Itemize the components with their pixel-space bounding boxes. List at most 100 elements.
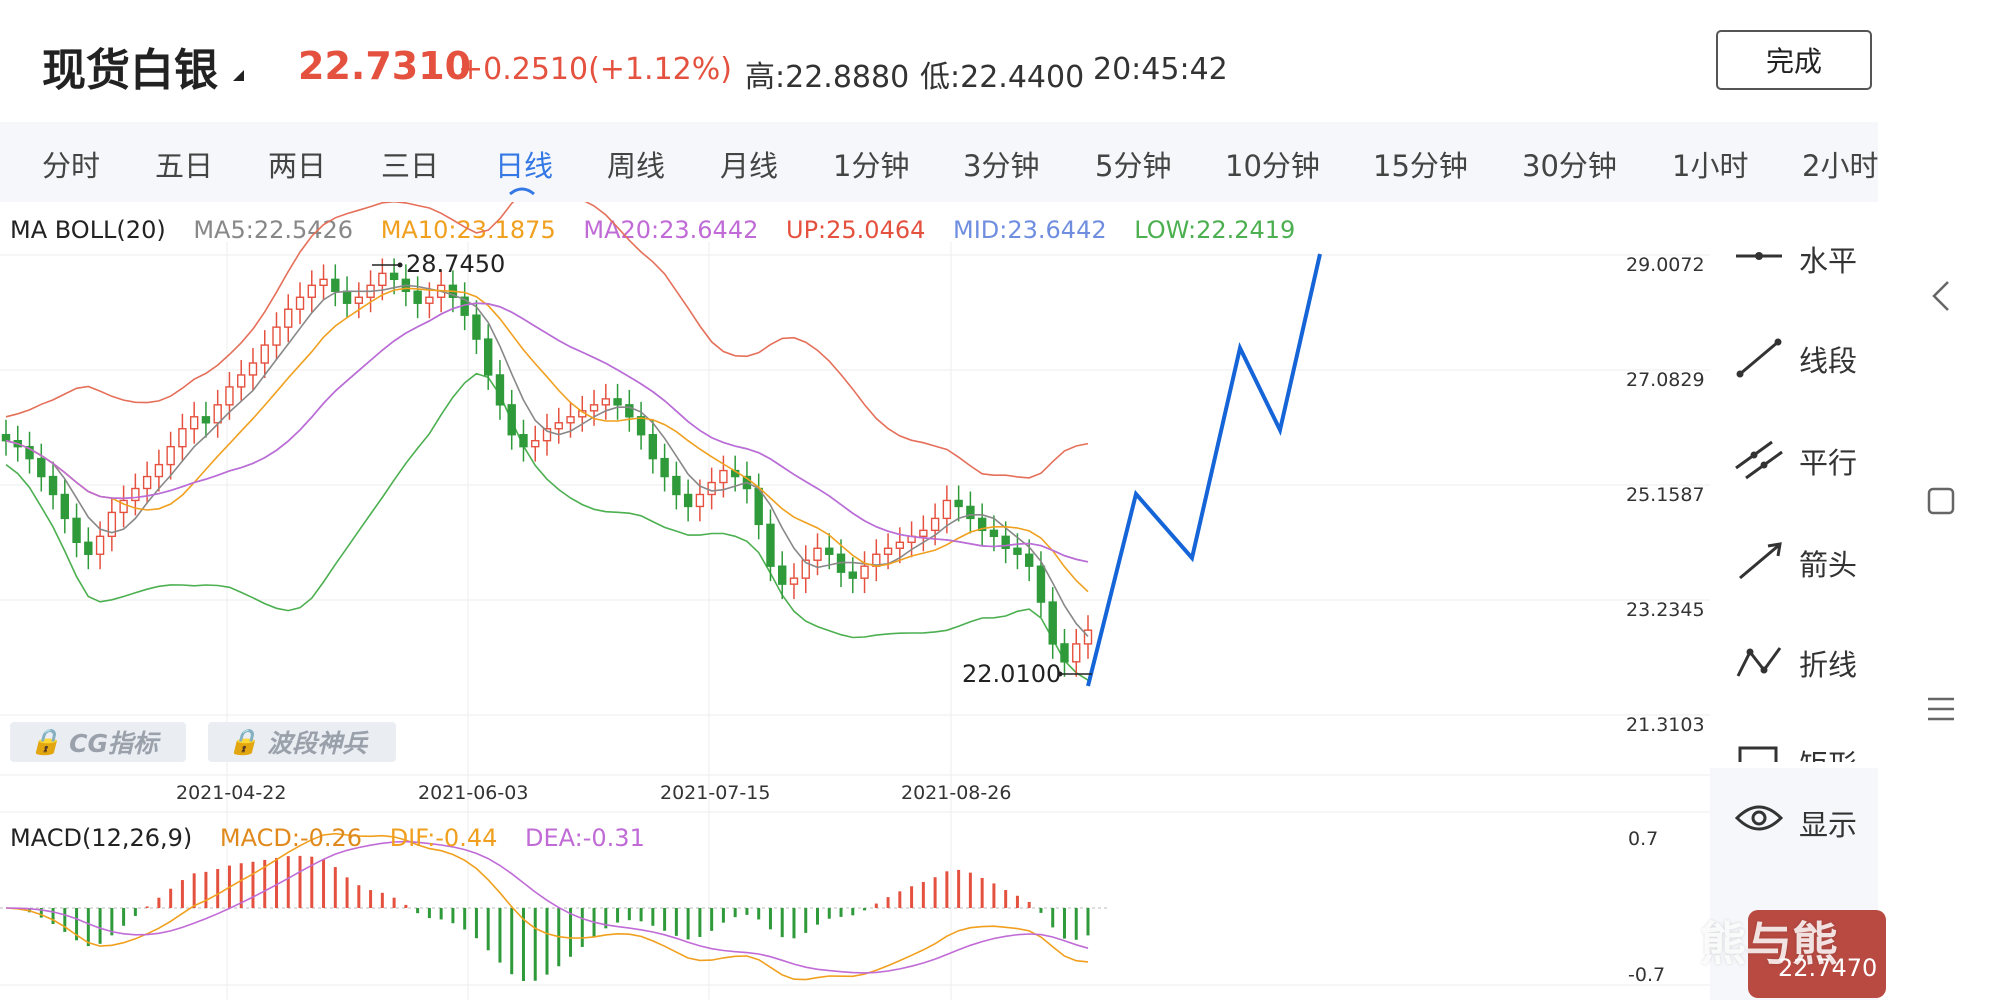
candle-body <box>1048 601 1057 645</box>
tab-five-day[interactable]: 五日 <box>155 143 213 185</box>
tool-parallel[interactable]: 平行 <box>1710 424 1878 494</box>
tool-rectangle[interactable]: 矩形 <box>1710 726 1878 762</box>
boduan-indicator-label: 波段神兵 <box>267 729 368 758</box>
min-price-label: 22.0100 <box>962 660 1062 688</box>
tab-10min[interactable]: 10分钟 <box>1225 143 1320 185</box>
candle-body <box>507 404 516 436</box>
tab-weekly[interactable]: 周线 <box>607 143 665 185</box>
macd-value: MACD:-0.26 <box>219 824 363 852</box>
macd-axis-label: -0.7 <box>1628 964 1666 986</box>
candle-body <box>472 314 481 340</box>
high-price: 高:22.8880 <box>745 60 910 95</box>
boduan-indicator-button[interactable]: 🔒 波段神兵 <box>208 722 396 762</box>
instrument-title[interactable]: 现货白银 <box>42 34 218 98</box>
rectangle-icon <box>1738 746 1778 762</box>
tool-polyline[interactable]: 折线 <box>1710 626 1878 696</box>
tab-two-day[interactable]: 两日 <box>268 143 326 185</box>
price-axis-label: 21.3103 <box>1626 714 1705 736</box>
candle-body <box>919 529 928 538</box>
candle-body <box>636 416 646 436</box>
cg-indicator-button[interactable]: 🔒 CG指标 <box>10 722 186 762</box>
candle-body <box>72 517 81 543</box>
candle-body <box>1072 643 1081 663</box>
candle-body <box>766 523 775 567</box>
menu-icon[interactable] <box>1926 694 1956 724</box>
tab-2hour[interactable]: 2小时 <box>1802 143 1878 185</box>
kline-chart[interactable]: MA BOLL(20) MA5:22.5426 MA10:23.1875 MA2… <box>0 202 1710 1000</box>
price-axis-label: 27.0829 <box>1626 369 1705 391</box>
display-toggle[interactable]: 显示 <box>1710 768 1878 870</box>
lock-icon: 🔒 <box>228 727 260 756</box>
tool-horizontal-label: 水平 <box>1799 244 1858 278</box>
candle-body <box>307 284 316 298</box>
last-price: 22.7310 <box>298 44 472 88</box>
system-navbar <box>1890 0 2000 1000</box>
tool-arrow-label: 箭头 <box>1799 548 1858 582</box>
home-icon[interactable] <box>1926 486 1956 516</box>
max-price-label: 28.7450 <box>406 250 506 278</box>
eye-icon <box>1734 805 1784 831</box>
candle-body <box>37 457 46 478</box>
candle-body <box>154 463 164 478</box>
candle-body <box>695 493 705 508</box>
candle-body <box>589 404 599 412</box>
candle-body <box>883 547 893 555</box>
tool-arrow[interactable]: 箭头 <box>1710 526 1878 596</box>
dif-value: DIF:-0.44 <box>389 824 498 852</box>
candle-body <box>660 457 669 478</box>
tool-horizontal[interactable]: 水平 <box>1710 222 1878 292</box>
tab-three-day[interactable]: 三日 <box>381 143 439 185</box>
segment-icon <box>1736 338 1782 378</box>
candle-body <box>284 308 293 328</box>
candle-body <box>342 290 352 304</box>
tab-fenshi[interactable]: 分时 <box>42 143 100 185</box>
price-plot[interactable] <box>0 202 1710 1000</box>
tool-segment[interactable]: 线段 <box>1710 322 1878 392</box>
candle-body <box>166 445 175 466</box>
price-change: +0.2510(+1.12%) <box>458 52 732 87</box>
candle-body <box>707 481 716 496</box>
low-price: 低:22.4400 <box>920 60 1085 95</box>
candle-body <box>895 541 905 549</box>
price-axis-label: 29.0072 <box>1626 254 1705 276</box>
tab-30min[interactable]: 30分钟 <box>1522 143 1617 185</box>
candle-body <box>860 565 869 579</box>
candle-body <box>848 571 857 579</box>
candle-body <box>1024 553 1034 567</box>
tab-1min[interactable]: 1分钟 <box>833 143 909 185</box>
arrow-icon <box>1739 542 1782 580</box>
candle-body <box>142 475 152 490</box>
candle-body <box>213 404 222 424</box>
parallel-lines-icon <box>1735 440 1783 480</box>
polyline-icon <box>1736 647 1782 677</box>
tab-daily[interactable]: 日线 <box>495 143 553 185</box>
tab-3min[interactable]: 3分钟 <box>963 143 1039 185</box>
candle-body <box>389 272 399 281</box>
tab-15min[interactable]: 15分钟 <box>1373 143 1468 185</box>
candle-body <box>331 278 340 292</box>
candle-body <box>954 499 963 508</box>
lock-icon: 🔒 <box>30 727 62 756</box>
candle-body <box>942 499 952 520</box>
macd-axis-label: 0.7 <box>1628 828 1659 850</box>
candle-body <box>531 439 540 448</box>
tab-5min[interactable]: 5分钟 <box>1095 143 1171 185</box>
back-icon[interactable] <box>1928 278 1954 314</box>
tab-monthly[interactable]: 月线 <box>720 143 778 185</box>
candle-body <box>1036 565 1046 603</box>
tab-1hour[interactable]: 1小时 <box>1672 143 1748 185</box>
tool-polyline-label: 折线 <box>1799 648 1858 682</box>
candle-body <box>554 422 563 430</box>
candle-body <box>601 398 611 406</box>
candle-body <box>425 296 434 304</box>
date-label: 2021-04-22 <box>176 782 287 804</box>
done-button[interactable]: 完成 <box>1716 30 1872 90</box>
candle-body <box>131 487 140 502</box>
candle-body <box>613 398 622 406</box>
instrument-dropdown-icon[interactable] <box>233 70 244 81</box>
candle-body <box>378 272 387 287</box>
candle-body <box>1 434 11 442</box>
drawn-polyline[interactable] <box>1086 253 1322 687</box>
tool-parallel-label: 平行 <box>1799 446 1858 480</box>
period-tabs: 分时 五日 两日 三日 日线 周线 月线 1分钟 3分钟 5分钟 10分钟 15… <box>0 122 1878 202</box>
